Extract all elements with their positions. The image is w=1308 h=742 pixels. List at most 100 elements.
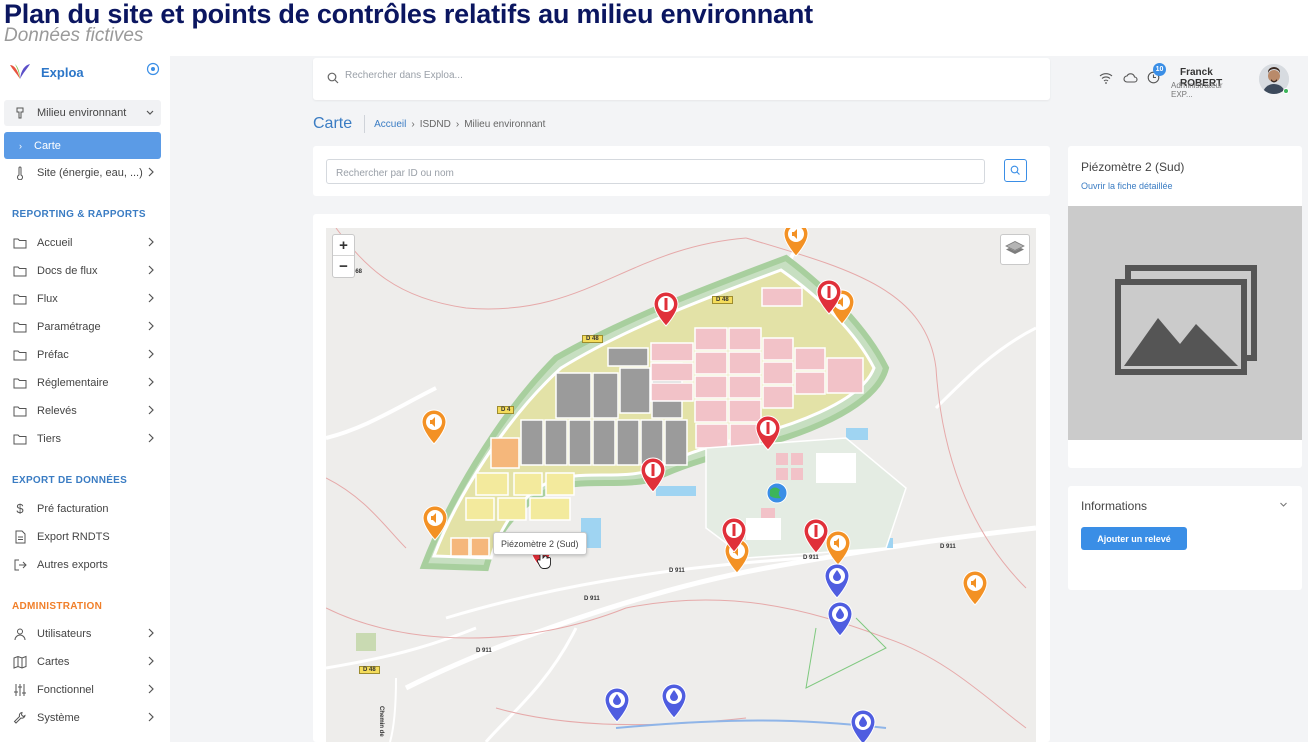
top-bar: Rechercher dans Exploa... 10 Franck ROBE… (313, 58, 1289, 100)
folder-icon (13, 378, 27, 389)
sidebar-item-label: Fonctionnel (37, 684, 94, 696)
sidebar-item-label: Accueil (37, 237, 73, 249)
cloud-icon[interactable] (1123, 72, 1138, 83)
sidebar-item-autres-exports[interactable]: Autres exports (4, 553, 161, 577)
sidebar-item-fonctionnel[interactable]: Fonctionnel (4, 678, 161, 702)
sidebar-item-cartes[interactable]: Cartes (4, 650, 161, 674)
breadcrumb-separator: › (455, 118, 460, 130)
zoom-out-button[interactable]: − (333, 256, 354, 277)
sidebar-item-label: Autres exports (37, 559, 108, 571)
folder-icon (13, 322, 27, 333)
sidebar-item-releves[interactable]: Relevés (4, 399, 161, 423)
folder-icon (13, 266, 27, 277)
sidebar-item-docs-de-flux[interactable]: Docs de flux (4, 259, 161, 283)
piezometer-marker-icon (755, 415, 781, 451)
module-select[interactable]: Milieu environnant (4, 100, 161, 126)
map-panel: 568 D 48 D 48 D 4 D 48 D 911 D 911 D 911… (313, 214, 1050, 742)
sidebar-item-label: Système (37, 712, 80, 724)
chevron-right-icon (148, 265, 154, 275)
piezometer-marker-icon (803, 518, 829, 554)
chevron-down-icon[interactable] (1279, 500, 1288, 509)
sidebar-item-site[interactable]: Site (énergie, eau, ...) (4, 161, 161, 185)
sidebar-item-tiers[interactable]: Tiers (4, 427, 161, 451)
chevron-right-icon (148, 712, 154, 722)
folder-icon (13, 238, 27, 249)
piezometer-marker-icon (640, 457, 666, 493)
folder-icon (13, 434, 27, 445)
noise-marker-icon (825, 530, 851, 566)
wifi-icon (1099, 73, 1113, 84)
sidebar-item-utilisateurs[interactable]: Utilisateurs (4, 622, 161, 646)
page-heading-title: Plan du site et points de contrôles rela… (4, 0, 813, 29)
logo[interactable]: Exploa (8, 60, 163, 84)
site-map[interactable]: 568 D 48 D 48 D 4 D 48 D 911 D 911 D 911… (326, 228, 1036, 742)
sidebar-item-label: Carte (34, 139, 61, 152)
sidebar-item-label: Relevés (37, 405, 77, 417)
breadcrumb-accueil[interactable]: Accueil (374, 119, 406, 130)
sidebar-item-accueil[interactable]: Accueil (4, 231, 161, 255)
map-search-button[interactable] (1004, 159, 1027, 182)
detail-card: Piézomètre 2 (Sud) Ouvrir la fiche détai… (1068, 146, 1302, 468)
search-icon (1010, 165, 1020, 175)
search-icon (327, 72, 339, 84)
page-heading-subtitle: Données fictives (4, 25, 144, 46)
detail-title: Piézomètre 2 (Sud) (1081, 160, 1185, 174)
section-export: EXPORT DE DONNÉES (12, 475, 128, 486)
chevron-right-icon (148, 684, 154, 694)
notification-badge: 10 (1153, 63, 1166, 76)
document-icon (15, 530, 26, 544)
water-marker-icon (824, 563, 850, 599)
water-marker-icon (827, 601, 853, 637)
map-search-panel: Rechercher par ID ou nom (313, 146, 1050, 196)
collapse-icon[interactable] (146, 62, 160, 76)
sidebar-item-flux[interactable]: Flux (4, 287, 161, 311)
map-icon (13, 655, 27, 669)
sidebar-item-reglementaire[interactable]: Réglementaire (4, 371, 161, 395)
folder-icon (13, 350, 27, 361)
sidebar-item-carte[interactable]: › Carte (4, 132, 161, 159)
map-search-input[interactable]: Rechercher par ID ou nom (326, 159, 985, 184)
app-name: Exploa (41, 64, 84, 80)
open-detail-link[interactable]: Ouvrir la fiche détaillée (1081, 181, 1173, 191)
chevron-right-icon (148, 628, 154, 638)
folder-icon (13, 294, 27, 305)
chevron-right-icon: › (19, 140, 22, 151)
user-icon (14, 628, 26, 641)
zoom-control: + − (332, 234, 355, 278)
sidebar-item-export-rndts[interactable]: Export RNDTS (4, 525, 161, 549)
sidebar-item-systeme[interactable]: Système (4, 706, 161, 730)
layers-button[interactable] (1000, 234, 1030, 265)
sidebar-item-label: Export RNDTS (37, 531, 110, 543)
noise-marker-icon (962, 570, 988, 606)
sliders-icon (14, 684, 26, 696)
add-reading-button[interactable]: Ajouter un relevé (1081, 527, 1187, 550)
noise-marker-icon (783, 228, 809, 257)
sidebar-item-parametrage[interactable]: Paramétrage (4, 315, 161, 339)
chevron-right-icon (148, 167, 154, 177)
dollar-icon: $ (16, 501, 24, 516)
layers-icon (1005, 241, 1025, 254)
app-window: Exploa Milieu environnant › Carte Site (… (0, 56, 1308, 742)
chevron-down-icon (146, 110, 154, 115)
tree-icon (16, 107, 24, 119)
user-role: Administrateur EXP... (1171, 81, 1223, 99)
sidebar-item-pre-facturation[interactable]: $ Pré facturation (4, 497, 161, 521)
divider (364, 115, 366, 133)
water-marker-icon (604, 687, 630, 723)
page-title: Carte (313, 115, 353, 132)
chevron-right-icon (148, 405, 154, 415)
piezometer-marker-icon (653, 291, 679, 327)
wrench-icon (13, 711, 26, 724)
zoom-in-button[interactable]: + (333, 235, 354, 256)
chevron-right-icon (148, 349, 154, 359)
noise-marker-icon (422, 505, 448, 541)
chevron-right-icon (148, 433, 154, 443)
chevron-right-icon (148, 237, 154, 247)
breadcrumb-milieu: Milieu environnant (464, 118, 546, 130)
global-search-input[interactable]: Rechercher dans Exploa... (345, 70, 463, 81)
breadcrumb-isdnd[interactable]: ISDND (420, 119, 451, 130)
sidebar-item-prefac[interactable]: Préfac (4, 343, 161, 367)
weather-station-marker-icon (766, 482, 788, 504)
sidebar-item-label: Réglementaire (37, 377, 109, 389)
chevron-right-icon (148, 321, 154, 331)
